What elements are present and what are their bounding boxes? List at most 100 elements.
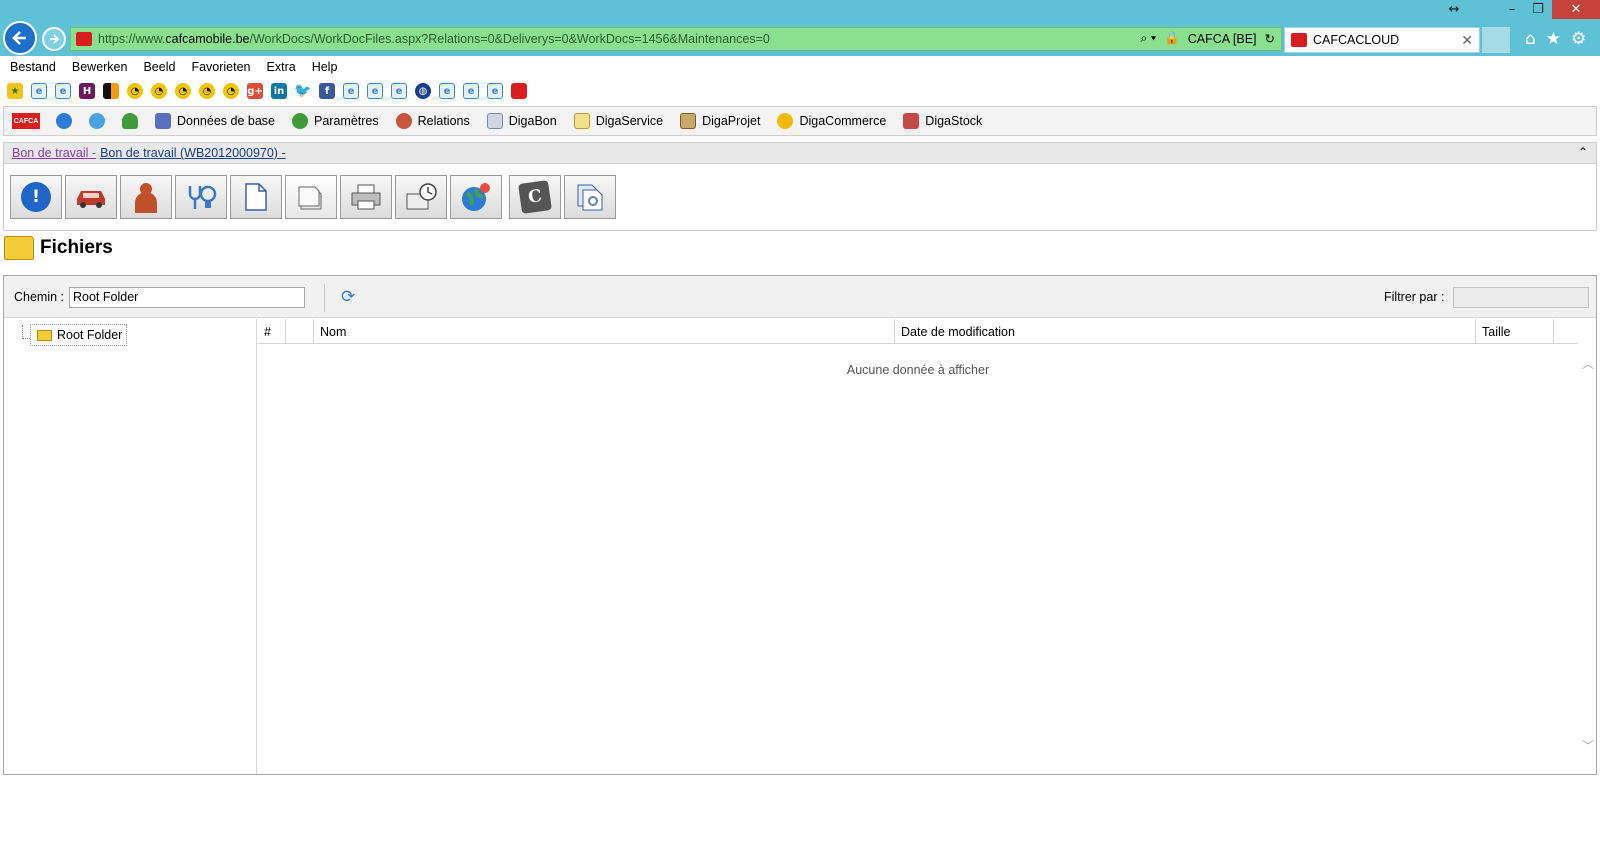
ie-favorite-icon[interactable]: e (31, 83, 47, 99)
printer-icon (351, 184, 381, 210)
menu-favorieten[interactable]: Favorieten (191, 60, 250, 74)
h-favorite-icon[interactable]: H (79, 83, 95, 99)
minimize-icon[interactable]: – (1500, 0, 1524, 18)
web-button[interactable] (450, 175, 502, 219)
toolbar-parametres[interactable]: Paramètres (292, 113, 379, 129)
menu-extra[interactable]: Extra (267, 60, 296, 74)
back-button[interactable] (3, 21, 37, 55)
close-window-button[interactable]: ✕ (1552, 0, 1600, 19)
menu-bewerken[interactable]: Bewerken (72, 60, 128, 74)
forward-button[interactable] (42, 27, 66, 51)
cafca-button[interactable]: C (509, 175, 561, 219)
column-header-date[interactable]: Date de modification (895, 319, 1476, 344)
collapse-up-icon[interactable]: ⌃ (1578, 145, 1588, 159)
breadcrumb-link-current[interactable]: Bon de travail (WB2012000970) - (100, 146, 286, 160)
menu-beeld[interactable]: Beeld (143, 60, 175, 74)
toolbar-digastock[interactable]: DigaStock (903, 113, 982, 129)
files-button[interactable] (285, 175, 337, 219)
ie-favorite-icon[interactable]: e (391, 83, 407, 99)
timesheet-button[interactable] (395, 175, 447, 219)
ie-favorite-icon[interactable]: e (55, 83, 71, 99)
cafca-c-icon: C (518, 180, 552, 214)
twitter-icon[interactable]: 🐦 (294, 83, 311, 99)
folders-icon (298, 186, 322, 210)
google-plus-icon[interactable]: g+ (247, 83, 263, 99)
home-icon[interactable]: ⌂ (1525, 29, 1536, 49)
print-button[interactable] (340, 175, 392, 219)
url-path: /WorkDocs/WorkDocFiles.aspx?Relations=0&… (249, 32, 770, 46)
ie-favorite-icon[interactable]: e (367, 83, 383, 99)
vehicle-button[interactable] (65, 175, 117, 219)
new-tab-button[interactable] (1482, 27, 1510, 53)
cafca-logo[interactable]: CAFCA (12, 113, 40, 129)
empty-grid-message: Aucune donnée à afficher (846, 363, 990, 377)
search-icon[interactable]: ⌕ ▾ (1140, 31, 1156, 46)
linkedin-icon[interactable]: in (271, 83, 287, 99)
column-header-icon[interactable] (286, 319, 314, 344)
person-button[interactable] (120, 175, 172, 219)
plug-bulb-icon (188, 185, 217, 209)
radiation-favorite-icon[interactable]: ◔ (151, 83, 167, 99)
service-icon (573, 113, 590, 129)
refresh-icon[interactable]: ⟳ (341, 288, 359, 306)
path-input[interactable]: Root Folder (69, 287, 305, 308)
energy-button[interactable] (175, 175, 227, 219)
browser-titlebar: https://www.cafcamobile.be/WorkDocs/Work… (0, 0, 1600, 56)
settings-gear-icon[interactable]: ⚙ (1571, 29, 1586, 49)
add-favorite-icon[interactable]: ★ (7, 83, 23, 99)
scroll-up-icon[interactable]: ︿ (1582, 355, 1594, 372)
menu-help[interactable]: Help (312, 60, 338, 74)
radiation-favorite-icon[interactable]: ◔ (175, 83, 191, 99)
toolbar-digaprojet[interactable]: DigaProjet (680, 113, 760, 129)
arrow-left-icon (12, 31, 26, 45)
ie-favorite-icon[interactable]: e (463, 83, 479, 99)
breadcrumb-link-bon-de-travail[interactable]: Bon de travail - (12, 146, 96, 160)
globe-icon[interactable] (56, 113, 72, 129)
resize-icon[interactable]: ↔ (1442, 0, 1466, 18)
column-header-number[interactable]: # (258, 319, 286, 344)
column-header-taille[interactable]: Taille (1476, 319, 1554, 344)
folder-icon (37, 329, 52, 341)
toolbar-digacommerce[interactable]: DigaCommerce (777, 113, 886, 129)
ie-favorite-icon[interactable]: e (343, 83, 359, 99)
grid-header: # Nom Date de modification Taille (258, 319, 1578, 344)
sync-icon[interactable] (89, 113, 105, 129)
facebook-icon[interactable]: f (319, 83, 335, 99)
favorites-star-icon[interactable]: ★ (1546, 29, 1561, 49)
url-host: cafcamobile.be (165, 32, 250, 46)
toolbar-label: DigaProjet (702, 114, 761, 128)
person-icon (135, 183, 157, 213)
toolbar-relations[interactable]: Relations (395, 113, 470, 129)
refresh-icon[interactable]: ↻ (1265, 31, 1275, 46)
tab-close-icon[interactable]: ✕ (1461, 32, 1473, 49)
user-icon[interactable] (122, 113, 138, 129)
toolbar-digaservice[interactable]: DigaService (573, 113, 663, 129)
folder-tree: Root Folder (4, 319, 257, 774)
ie-favorite-icon[interactable]: e (487, 83, 503, 99)
browser-tab[interactable]: CAFCACLOUD ✕ (1284, 27, 1480, 53)
globe-favorite-icon[interactable]: ◍ (415, 83, 431, 99)
toolbar-donnees-de-base[interactable]: Données de base (155, 113, 275, 129)
ie-favorite-icon[interactable]: e (439, 83, 455, 99)
toolbar-digabon[interactable]: DigaBon (486, 113, 557, 129)
tree-node-root-folder[interactable]: Root Folder (30, 324, 128, 346)
document-button[interactable] (230, 175, 282, 219)
radiation-favorite-icon[interactable]: ◔ (199, 83, 215, 99)
address-bar[interactable]: https://www.cafcamobile.be/WorkDocs/Work… (70, 27, 1282, 51)
radiation-favorite-icon[interactable]: ◔ (223, 83, 239, 99)
tab-title: CAFCACLOUD (1313, 33, 1400, 47)
site-identity[interactable]: CAFCA [BE] (1188, 32, 1257, 46)
toolbar-label: DigaCommerce (799, 114, 887, 128)
scroll-down-icon[interactable]: ﹀ (1582, 737, 1594, 754)
flag-favorite-icon[interactable] (103, 83, 119, 99)
restore-icon[interactable]: ❐ (1526, 0, 1550, 18)
cafca-favorite-icon[interactable] (511, 83, 527, 99)
address-url[interactable]: https://www.cafcamobile.be/WorkDocs/Work… (98, 32, 770, 46)
info-button[interactable]: ! (10, 175, 62, 219)
document-settings-button[interactable] (564, 175, 616, 219)
lock-icon[interactable]: 🔒 (1164, 31, 1180, 46)
filter-input[interactable] (1453, 287, 1589, 308)
menu-bestand[interactable]: Bestand (10, 60, 56, 74)
radiation-favorite-icon[interactable]: ◔ (127, 83, 143, 99)
column-header-nom[interactable]: Nom (314, 319, 895, 344)
